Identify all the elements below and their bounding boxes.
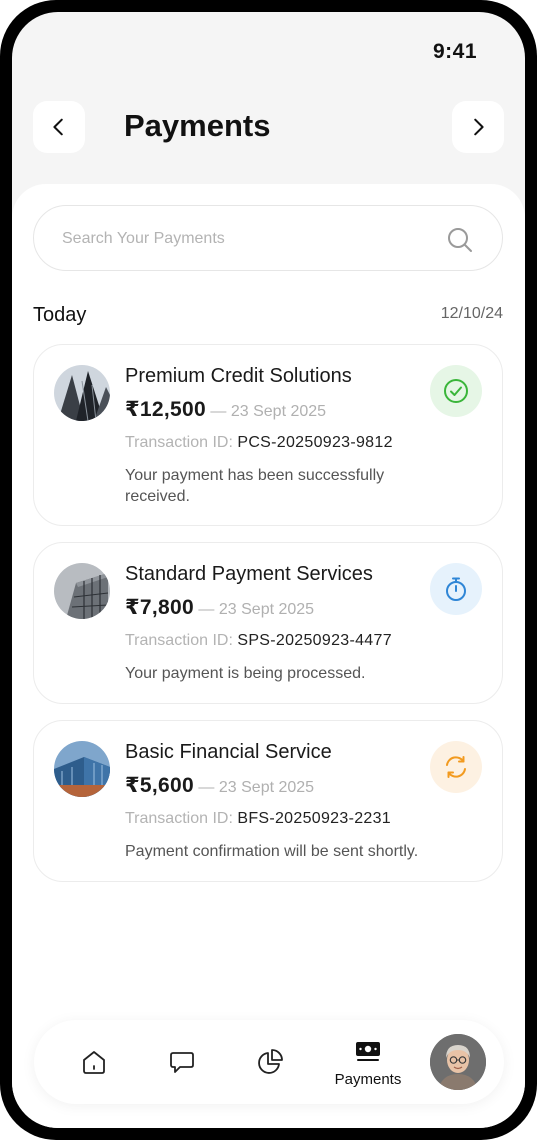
chevron-right-icon bbox=[474, 118, 484, 136]
amount-line: ₹12,500 — 23 Sept 2025 bbox=[125, 397, 326, 422]
transaction-id: BFS-20250923-2231 bbox=[237, 810, 391, 827]
transaction-label: Transaction ID: bbox=[125, 810, 233, 827]
payment-card[interactable]: Basic Financial Service ₹5,600 — 23 Sept… bbox=[33, 720, 503, 882]
separator: — bbox=[210, 403, 227, 420]
status-time: 9:41 bbox=[432, 40, 477, 63]
pie-chart-icon bbox=[258, 1049, 283, 1074]
search-icon[interactable] bbox=[446, 226, 474, 254]
transaction-line: Transaction ID: SPS-20250923-4477 bbox=[125, 632, 392, 650]
back-button[interactable] bbox=[33, 101, 85, 153]
transaction-line: Transaction ID: PCS-20250923-9812 bbox=[125, 434, 393, 452]
home-icon bbox=[83, 1051, 105, 1074]
search-input[interactable] bbox=[60, 224, 424, 254]
cash-icon bbox=[356, 1041, 380, 1061]
status-badge bbox=[430, 563, 482, 615]
profile-avatar[interactable] bbox=[430, 1034, 486, 1090]
page-title: Payments bbox=[124, 108, 271, 143]
payment-amount: ₹12,500 bbox=[125, 398, 206, 421]
tab-analytics[interactable] bbox=[248, 1020, 292, 1104]
payment-date: 23 Sept 2025 bbox=[218, 601, 315, 618]
payment-message: Payment confirmation will be sent shortl… bbox=[125, 843, 419, 860]
status-badge bbox=[430, 741, 482, 793]
refresh-icon bbox=[446, 756, 466, 778]
transaction-label: Transaction ID: bbox=[125, 632, 233, 649]
transaction-line: Transaction ID: BFS-20250923-2231 bbox=[125, 810, 391, 828]
search-bar bbox=[33, 205, 503, 271]
transaction-id: SPS-20250923-4477 bbox=[237, 632, 392, 649]
payment-date: 23 Sept 2025 bbox=[230, 403, 327, 420]
company-name: Premium Credit Solutions bbox=[125, 365, 352, 387]
check-circle-icon bbox=[444, 379, 468, 403]
tab-payments-label: Payments bbox=[334, 1070, 402, 1088]
company-image bbox=[54, 365, 110, 421]
separator: — bbox=[198, 779, 215, 796]
transaction-id: PCS-20250923-9812 bbox=[237, 434, 393, 451]
section-date: 12/10/24 bbox=[440, 305, 503, 322]
section-label: Today bbox=[33, 304, 87, 326]
transaction-label: Transaction ID: bbox=[125, 434, 233, 451]
status-badge bbox=[430, 365, 482, 417]
chat-icon bbox=[170, 1052, 194, 1073]
amount-line: ₹5,600 — 23 Sept 2025 bbox=[125, 773, 314, 798]
payment-message: Your payment has been successfully recei… bbox=[125, 467, 385, 505]
amount-line: ₹7,800 — 23 Sept 2025 bbox=[125, 595, 314, 620]
payment-card[interactable]: Standard Payment Services ₹7,800 — 23 Se… bbox=[33, 542, 503, 704]
bottom-navigation: Payments bbox=[34, 1020, 504, 1104]
company-image bbox=[54, 563, 110, 619]
tab-payments[interactable]: Payments bbox=[316, 1020, 420, 1104]
payments-content: Today 12/10/24 Premium Credit Solutions bbox=[12, 184, 525, 1128]
payment-message: Your payment is being processed. bbox=[125, 665, 366, 682]
company-name: Basic Financial Service bbox=[125, 741, 332, 763]
stopwatch-icon bbox=[446, 577, 466, 601]
company-image bbox=[54, 741, 110, 797]
tab-chat[interactable] bbox=[160, 1020, 204, 1104]
forward-button[interactable] bbox=[452, 101, 504, 153]
chevron-left-icon bbox=[53, 118, 63, 136]
payment-card[interactable]: Premium Credit Solutions ₹12,500 — 23 Se… bbox=[33, 344, 503, 526]
payment-amount: ₹5,600 bbox=[125, 774, 194, 797]
phone-frame: 9:41 Payments Today 12/10/24 bbox=[0, 0, 537, 1140]
company-name: Standard Payment Services bbox=[125, 563, 373, 585]
screen: 9:41 Payments Today 12/10/24 bbox=[12, 12, 525, 1128]
payment-amount: ₹7,800 bbox=[125, 596, 194, 619]
tab-home[interactable] bbox=[72, 1020, 116, 1104]
payment-date: 23 Sept 2025 bbox=[218, 779, 315, 796]
separator: — bbox=[198, 601, 215, 618]
